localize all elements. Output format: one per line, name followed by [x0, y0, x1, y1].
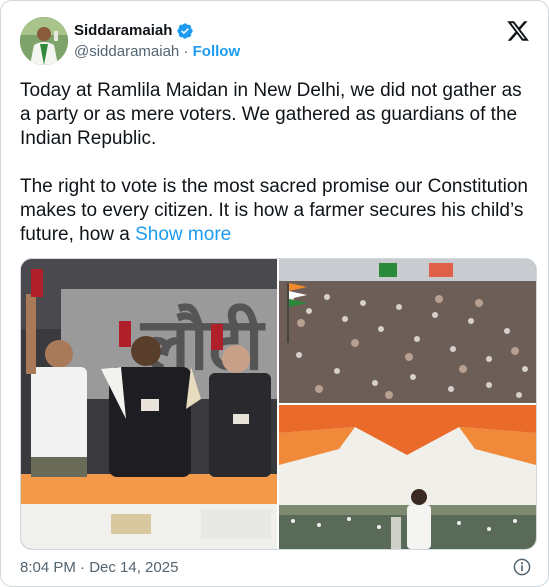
verified-badge-icon: [176, 22, 194, 40]
tweet-card: Siddaramaiah @siddaramaiah · Follow Toda…: [0, 0, 549, 587]
follow-button[interactable]: Follow: [193, 43, 241, 60]
author-display-name[interactable]: Siddaramaiah: [74, 22, 172, 40]
show-more-link[interactable]: Show more: [135, 224, 231, 245]
handle-separator: ·: [179, 43, 193, 60]
x-logo-icon[interactable]: [506, 19, 530, 43]
media-grid: लौटी: [20, 258, 537, 550]
tweet-text: Today at Ramlila Maidan in New Delhi, we…: [20, 79, 535, 247]
photo-crowd[interactable]: [279, 259, 536, 403]
photo-stage-leaders[interactable]: लौटी: [21, 259, 277, 549]
display-name-row: Siddaramaiah: [74, 22, 240, 40]
author-handle[interactable]: @siddaramaiah: [74, 43, 179, 60]
info-icon[interactable]: [512, 557, 532, 577]
tweet-header: Siddaramaiah @siddaramaiah · Follow: [20, 17, 534, 65]
tweet-timestamp[interactable]: 8:04 PM · Dec 14, 2025: [20, 559, 178, 576]
author-names: Siddaramaiah @siddaramaiah · Follow: [74, 22, 240, 61]
handle-row: @siddaramaiah · Follow: [74, 43, 240, 61]
avatar[interactable]: [20, 17, 68, 65]
tweet-body: Today at Ramlila Maidan in New Delhi, we…: [20, 80, 528, 245]
photo-stage-view[interactable]: [279, 405, 536, 549]
